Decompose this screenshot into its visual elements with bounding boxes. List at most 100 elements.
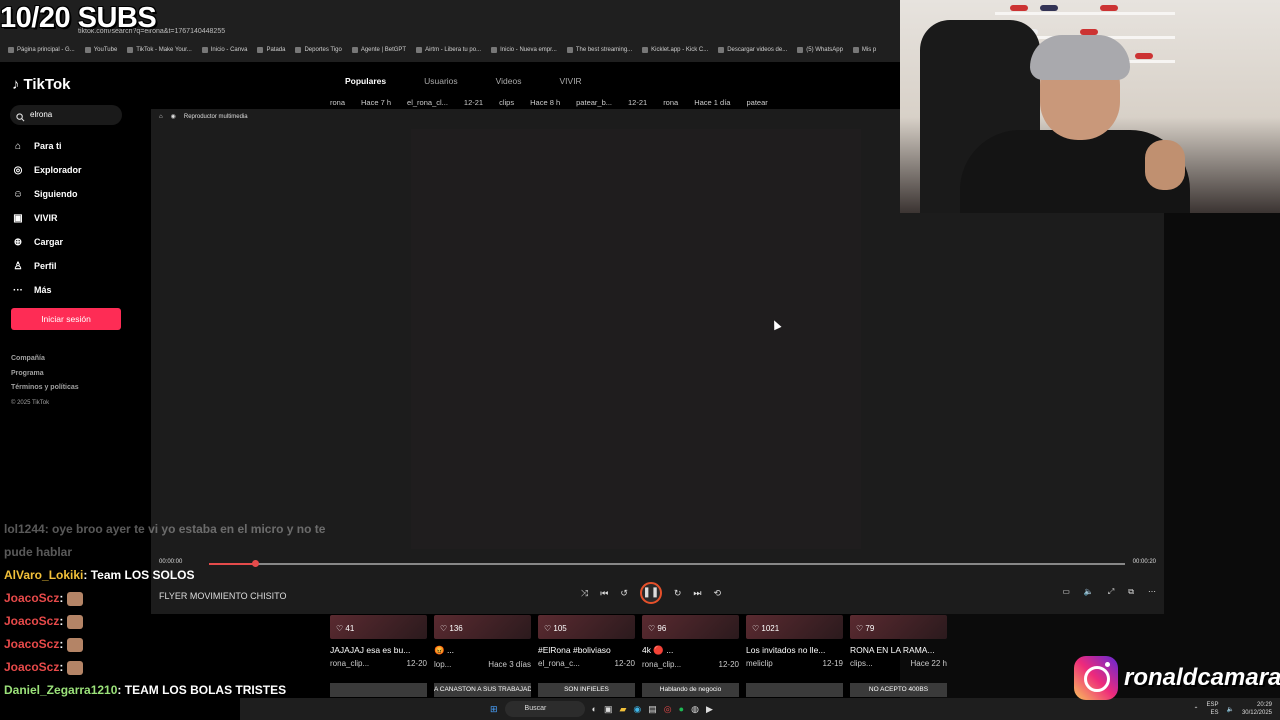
chat-text: : xyxy=(59,660,64,674)
volume-icon[interactable]: 🔈 xyxy=(1084,587,1094,597)
tab-usuarios[interactable]: Usuarios xyxy=(424,76,458,86)
address-bar[interactable]: tiktok.com/search?q=elrona&t=17671404482… xyxy=(60,24,900,40)
file-explorer-icon[interactable]: ▰ xyxy=(620,704,627,715)
volume-tray-icon[interactable]: 🔈 xyxy=(1226,706,1233,713)
bookmark-item[interactable]: Descargar videos de... xyxy=(718,47,787,53)
video-card[interactable]: ♡ 105 #ElRona #boliviaso el_rona_c... 12-20 xyxy=(538,615,635,669)
miniplayer-icon[interactable]: ⧉ xyxy=(1128,587,1134,597)
video-thumbnail[interactable]: ♡ 79 xyxy=(850,615,947,639)
shuffle-icon[interactable]: ⤨ xyxy=(581,588,588,599)
bookmark-item[interactable]: YouTube xyxy=(84,47,117,53)
bookmark-item[interactable]: Agente | BetGPT xyxy=(351,47,406,53)
video-thumbnail[interactable]: ♡ 41 xyxy=(330,615,427,639)
search-input[interactable]: elrona xyxy=(10,105,122,125)
login-button[interactable]: Iniciar sesión xyxy=(11,308,121,330)
fullscreen-icon[interactable]: ⤢ xyxy=(1108,587,1114,597)
video-card[interactable]: ♡ 96 4k 🔴 ... rona_clip... 12-20 xyxy=(642,615,739,669)
profile-icon: ♙ xyxy=(13,260,23,272)
tab-vivir[interactable]: VIVIR xyxy=(560,76,582,86)
edge-icon[interactable]: ◉ xyxy=(633,704,641,715)
subtitles-icon[interactable]: ▭ xyxy=(1062,587,1070,597)
video-card[interactable]: ♡ 79 RONA EN LA RAMA... clips... Hace 22 h xyxy=(850,615,947,669)
search-tabs: Populares Usuarios Videos VIVIR xyxy=(345,76,582,86)
next-icon[interactable]: ⏭ xyxy=(693,588,701,599)
video-thumbnail[interactable]: ♡ 1021 xyxy=(746,615,843,639)
live-icon: ▣ xyxy=(13,212,23,224)
video-author[interactable]: clips... xyxy=(850,659,873,668)
video-meta: rona_clip... 12-20 xyxy=(642,660,739,669)
video-thumbnail[interactable] xyxy=(330,683,427,697)
footer-link-company[interactable]: Compañía xyxy=(11,352,79,367)
video-author[interactable]: meliclip xyxy=(746,659,773,668)
bookmark-item[interactable]: Deportes Tigo xyxy=(295,47,342,53)
video-thumbnail[interactable]: ♡ 105 xyxy=(538,615,635,639)
bookmark-label: Deportes Tigo xyxy=(304,47,342,53)
bookmark-item[interactable]: Mis p xyxy=(852,47,876,53)
clock[interactable]: 20:29 30/12/2025 xyxy=(1242,701,1272,717)
tab-populares[interactable]: Populares xyxy=(345,76,386,86)
bookmark-item[interactable]: Inicio - Nueva empr... xyxy=(491,47,557,53)
widget-icon[interactable]: ◐ xyxy=(592,704,597,714)
media-player-icon[interactable]: ▶ xyxy=(706,704,713,715)
sidebar-item-para-ti[interactable]: ⌂ Para ti xyxy=(12,134,82,158)
home-icon[interactable]: ⌂ xyxy=(159,114,163,120)
video-thumbnail[interactable]: NO ACEPTO 400BS xyxy=(850,683,947,697)
webcam-feed xyxy=(900,0,1280,213)
bookmark-item[interactable]: Inicio - Canva xyxy=(201,47,247,53)
bookmark-item[interactable]: (5) WhatsApp xyxy=(797,47,843,53)
obs-icon[interactable]: ◍ xyxy=(691,704,699,715)
video-thumbnail[interactable]: A CANASTON A SUS TRABAJADORES xyxy=(434,683,531,697)
sidebar-item-explorador[interactable]: ◎ Explorador xyxy=(12,158,82,182)
footer-link-program[interactable]: Programa xyxy=(11,367,79,382)
rewind-icon[interactable]: ↺ xyxy=(620,588,628,599)
sidebar-item-más[interactable]: ··· Más xyxy=(12,278,82,302)
tiktok-logo[interactable]: ♪ TikTok xyxy=(12,76,70,93)
task-view-icon[interactable]: ▣ xyxy=(604,704,613,715)
player-titlebar: ⌂ ◉ Reproductor multimedia xyxy=(159,113,248,121)
bookmark-item[interactable]: The best streaming... xyxy=(566,47,632,53)
repeat-icon[interactable]: ⟲ xyxy=(714,588,722,599)
bookmark-item[interactable]: Página principal - G... xyxy=(8,47,75,53)
seek-bar[interactable] xyxy=(209,560,1125,567)
video-thumbnail[interactable]: ♡ 136 xyxy=(434,615,531,639)
bookmark-item[interactable]: TikTok - Make Your... xyxy=(127,47,192,53)
video-author[interactable]: rona_clip... xyxy=(330,659,369,668)
chat-text: : TEAM LOS BOLAS TRISTES xyxy=(117,683,287,697)
video-author[interactable]: lop... xyxy=(434,660,451,669)
video-author[interactable]: rona_clip... xyxy=(642,660,681,669)
pause-button[interactable]: ❚❚ xyxy=(639,582,662,604)
tray-chevron-icon[interactable]: ⌃ xyxy=(1193,706,1198,713)
bookmark-item[interactable]: Airtm - Libera tu po... xyxy=(416,47,481,53)
bookmark-label: Descargar videos de... xyxy=(727,47,788,53)
video-thumbnail[interactable] xyxy=(746,683,843,697)
sidebar-item-cargar[interactable]: ⊕ Cargar xyxy=(12,230,82,254)
video-thumbnail[interactable]: Hablando de negocio xyxy=(642,683,739,697)
start-icon[interactable]: ⊞ xyxy=(490,704,498,715)
footer-link-terms[interactable]: Términos y políticas xyxy=(11,381,79,396)
store-icon[interactable]: ▤ xyxy=(648,704,657,715)
previous-icon[interactable]: ⏮ xyxy=(600,588,608,599)
forward-icon[interactable]: ↻ xyxy=(674,588,682,599)
language-indicator[interactable]: ESP ES xyxy=(1206,701,1218,717)
bookmark-item[interactable]: Patada xyxy=(257,47,285,53)
bookmark-item[interactable]: Kicklet.app - Kick C... xyxy=(642,47,708,53)
more-options-icon[interactable]: ⋯ xyxy=(1148,587,1156,597)
taskbar-search[interactable]: Buscar xyxy=(504,701,585,717)
sidebar-item-perfil[interactable]: ♙ Perfil xyxy=(12,254,82,278)
video-thumbnail[interactable]: SON INFIELES xyxy=(538,683,635,697)
sidebar-item-vivir[interactable]: ▣ VIVIR xyxy=(12,206,82,230)
system-tray: ⌃ ESP ES 🔈 20:29 30/12/2025 xyxy=(1193,701,1272,717)
video-card[interactable]: ♡ 1021 Los invitados no lle... meliclip 12-… xyxy=(746,615,843,669)
sidebar-item-siguiendo[interactable]: ☺ Siguiendo xyxy=(12,182,82,206)
toy-car xyxy=(1010,5,1028,11)
video-surface[interactable] xyxy=(411,129,861,549)
video-author[interactable]: el_rona_c... xyxy=(538,659,580,668)
video-thumbnail[interactable]: ♡ 96 xyxy=(642,615,739,639)
video-meta: rona_clip... 12-20 xyxy=(330,659,427,668)
video-card[interactable]: ♡ 136 😡 ... lop... Hace 3 días xyxy=(434,615,531,669)
video-card[interactable]: ♡ 41 JAJAJAJ esa es bu... rona_clip... 12-2… xyxy=(330,615,427,669)
chat-username: JoacoScz xyxy=(4,591,60,605)
tab-videos[interactable]: Videos xyxy=(496,76,522,86)
chrome-icon[interactable]: ◎ xyxy=(664,704,672,715)
spotify-icon[interactable]: ● xyxy=(679,704,684,714)
